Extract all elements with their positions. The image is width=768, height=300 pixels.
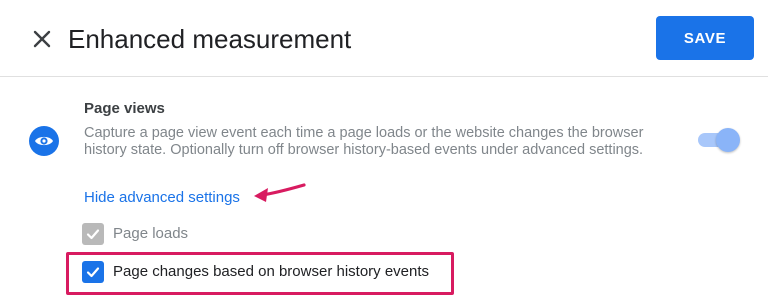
section-description: Capture a page view event each time a pa… [84, 125, 644, 158]
annotation-arrow-icon [254, 183, 306, 202]
close-button[interactable] [28, 25, 56, 53]
save-button[interactable]: SAVE [656, 16, 754, 60]
check-icon [86, 267, 100, 278]
section-title: Page views [84, 100, 165, 117]
hide-advanced-settings-link[interactable]: Hide advanced settings [84, 189, 240, 206]
check-icon [86, 229, 100, 240]
toggle-knob [716, 128, 740, 152]
dialog-header: Enhanced measurement SAVE [0, 0, 768, 77]
history-changes-label: Page changes based on browser history ev… [113, 263, 430, 280]
history-changes-option: Page changes based on browser history ev… [82, 259, 429, 285]
page-loads-checkbox[interactable] [82, 223, 104, 245]
page-loads-label: Page loads [113, 225, 189, 242]
eye-icon [35, 136, 53, 146]
page-loads-option: Page loads [82, 221, 188, 247]
history-changes-checkbox[interactable] [82, 261, 104, 283]
page-views-toggle[interactable] [698, 128, 742, 152]
page-title: Enhanced measurement [68, 24, 352, 54]
page-views-icon-badge [29, 126, 59, 156]
close-icon [33, 30, 51, 48]
